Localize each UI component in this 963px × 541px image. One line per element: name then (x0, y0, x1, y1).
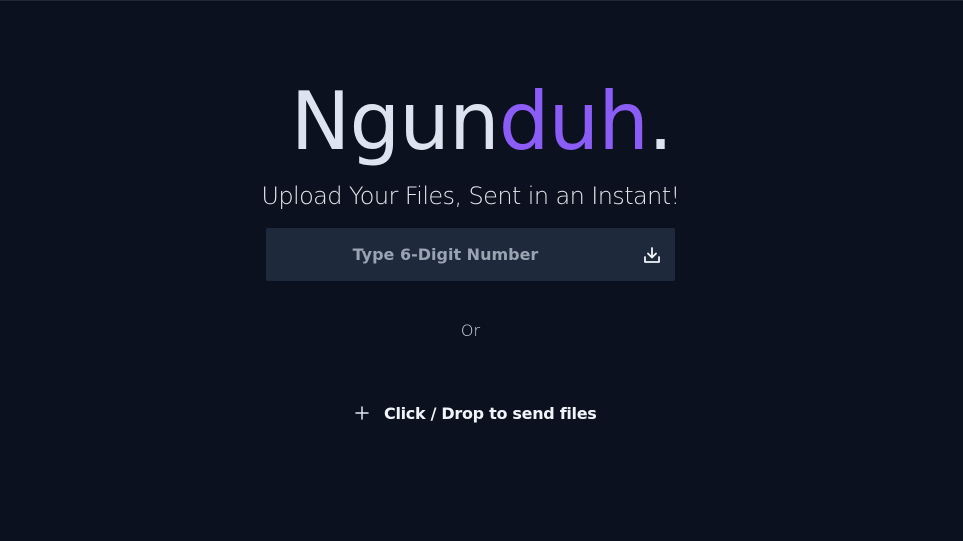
app-logo: Ngunduh. (0, 72, 963, 172)
download-button[interactable] (641, 244, 663, 266)
download-icon (644, 247, 660, 263)
logo-text-primary: Ngun (290, 75, 500, 168)
code-entry-box (266, 228, 675, 281)
logo-text-dot: . (647, 75, 673, 168)
send-files-button[interactable]: Click / Drop to send files (354, 398, 597, 428)
top-border (0, 0, 963, 1)
or-divider-text: Or (460, 321, 481, 340)
plus-icon (354, 405, 370, 421)
send-files-label: Click / Drop to send files (384, 403, 597, 423)
logo-text-accent: duh (498, 75, 649, 168)
code-input[interactable] (266, 228, 675, 281)
tagline: Upload Your Files, Sent in an Instant! (261, 182, 680, 210)
